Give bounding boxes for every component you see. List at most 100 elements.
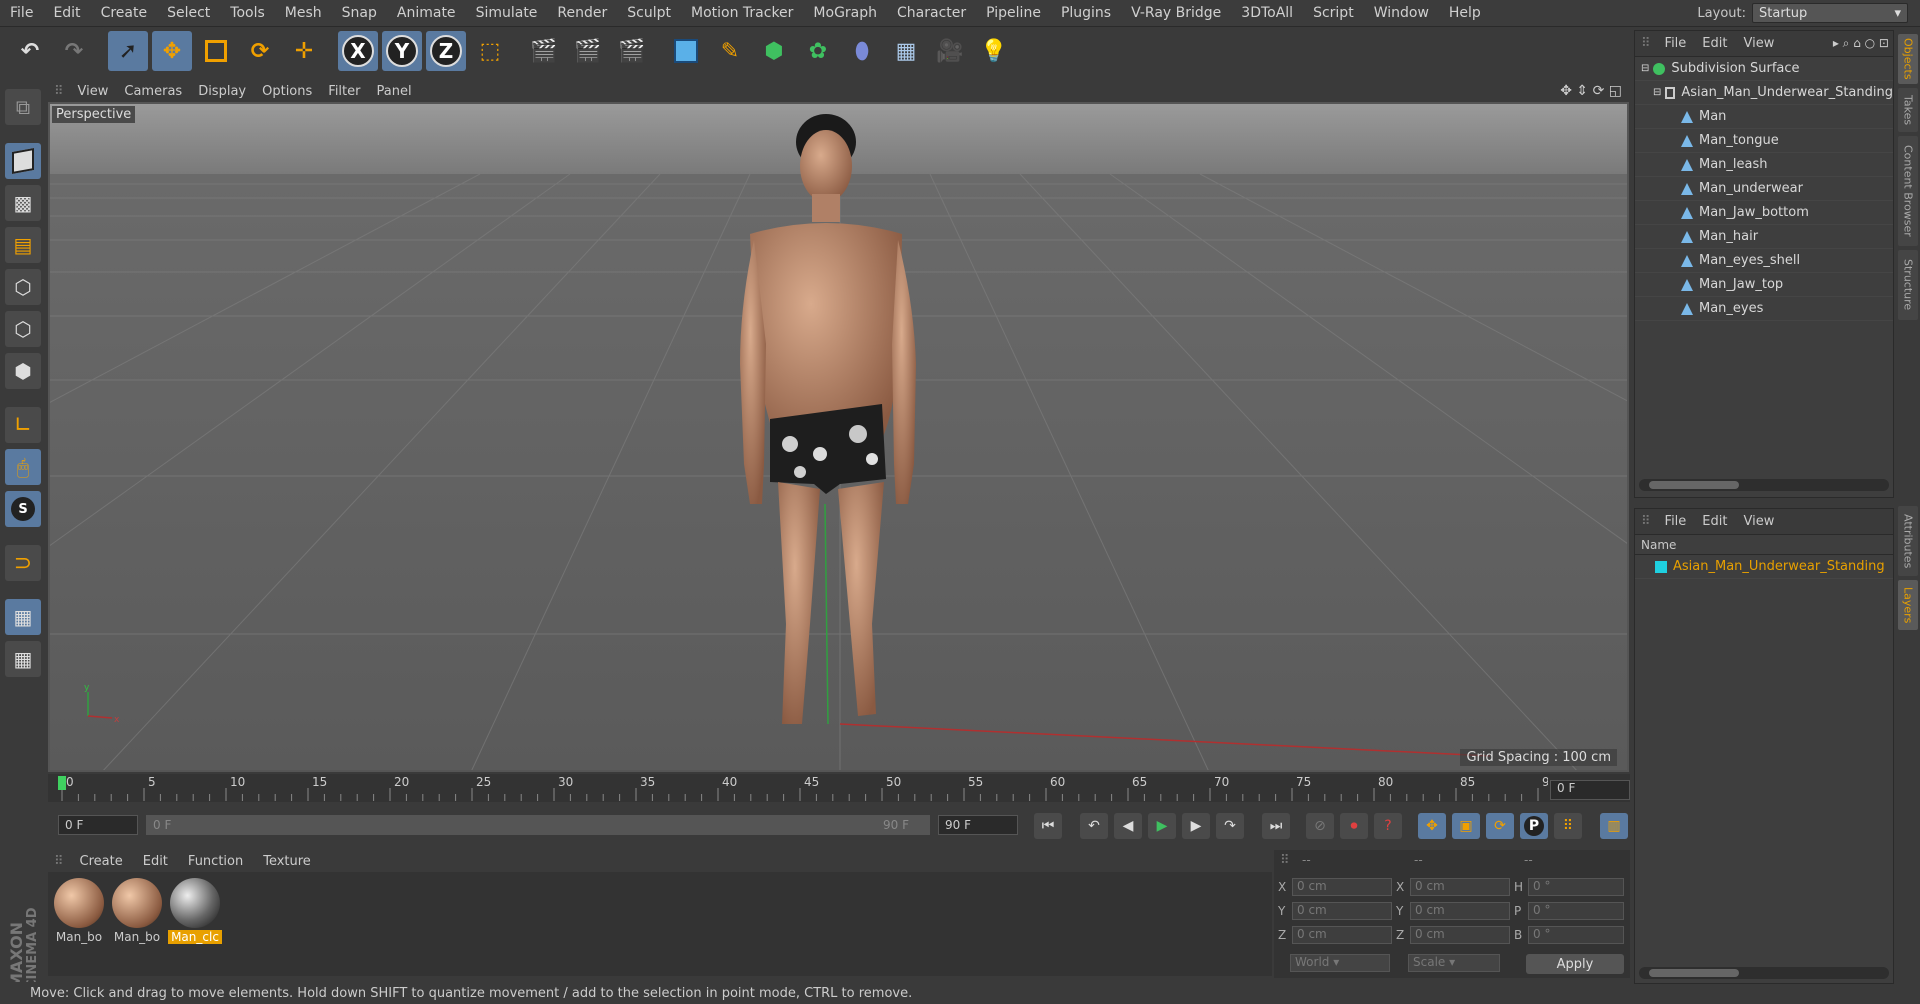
texture-mode-button[interactable]: ▩ <box>5 185 41 221</box>
recent-tools-button[interactable]: ✛ <box>284 31 324 71</box>
next-key-button[interactable]: ↷ <box>1216 813 1244 839</box>
menu-file[interactable]: File <box>0 5 43 21</box>
position-z-field[interactable]: 0 cm <box>1292 926 1392 944</box>
scale-button[interactable] <box>196 31 236 71</box>
object-row-child[interactable]: Man_hair <box>1635 225 1893 249</box>
object-row-child[interactable]: Man_Jaw_bottom <box>1635 201 1893 225</box>
menu-window[interactable]: Window <box>1364 5 1439 21</box>
viewport-menu-display[interactable]: Display <box>190 84 254 99</box>
material-menu-function[interactable]: Function <box>178 854 253 869</box>
camera-button[interactable]: 🎥 <box>930 31 970 71</box>
objects-menu-edit[interactable]: Edit <box>1694 36 1735 51</box>
go-to-start-button[interactable]: ⏮ <box>1034 813 1062 839</box>
tab-takes[interactable]: Takes <box>1898 88 1918 132</box>
render-view-button[interactable]: 🎬 <box>524 31 564 71</box>
edges-mode-button[interactable]: ⬡ <box>5 311 41 347</box>
menu-3dtoall[interactable]: 3DToAll <box>1231 5 1303 21</box>
deformer-button[interactable]: ⬮ <box>842 31 882 71</box>
viewport-menu-cameras[interactable]: Cameras <box>116 84 190 99</box>
size-y-field[interactable]: 0 cm <box>1410 902 1510 920</box>
current-frame-field[interactable]: 0 F <box>1550 780 1630 800</box>
apply-button[interactable]: Apply <box>1526 954 1624 974</box>
solo-button[interactable]: S <box>5 491 41 527</box>
material-menu-create[interactable]: Create <box>70 854 133 869</box>
layers-horizontal-scrollbar[interactable] <box>1639 967 1889 979</box>
points-mode-button[interactable]: ⬡ <box>5 269 41 305</box>
menu-animate[interactable]: Animate <box>387 5 466 21</box>
tweak-mode-button[interactable]: 🖱 <box>5 449 41 485</box>
objects-toolbar-icons[interactable]: ▸ ⌕ ⌂ ○ ⊡ <box>1833 36 1893 51</box>
object-row-subdivision[interactable]: ⊟ Subdivision Surface <box>1635 57 1893 81</box>
layers-menu-view[interactable]: View <box>1735 514 1782 529</box>
snap-button[interactable]: ⊃ <box>5 545 41 581</box>
coordinate-space-dropdown[interactable]: World ▾ <box>1290 954 1390 972</box>
z-axis-button[interactable]: Z <box>426 31 466 71</box>
y-axis-button[interactable]: Y <box>382 31 422 71</box>
render-picture-viewer-button[interactable]: 🎬 <box>568 31 608 71</box>
material-menu-texture[interactable]: Texture <box>253 854 321 869</box>
position-x-field[interactable]: 0 cm <box>1292 878 1392 896</box>
rotate-button[interactable]: ⟳ <box>240 31 280 71</box>
key-parameter-button[interactable]: P <box>1520 813 1548 839</box>
workplane-align-button[interactable]: ▦ <box>5 641 41 677</box>
viewport-nav-icons[interactable]: ✥ ⇕ ⟳ ◱ <box>1560 83 1630 99</box>
play-button[interactable]: ▶ <box>1148 813 1176 839</box>
object-row-child[interactable]: Man_eyes <box>1635 297 1893 321</box>
redo-button[interactable]: ↷ <box>54 31 94 71</box>
viewport[interactable]: y x Grid Spacing : 100 cm <box>48 102 1629 772</box>
scroll-thumb[interactable] <box>1649 481 1739 489</box>
render-settings-button[interactable]: 🎬 <box>612 31 652 71</box>
menu-simulate[interactable]: Simulate <box>466 5 548 21</box>
polygons-mode-button[interactable]: ⬢ <box>5 353 41 389</box>
object-row-child[interactable]: Man_Jaw_top <box>1635 273 1893 297</box>
menu-mesh[interactable]: Mesh <box>275 5 332 21</box>
x-axis-button[interactable]: X <box>338 31 378 71</box>
workplane-mode-button[interactable]: ▤ <box>5 227 41 263</box>
go-to-end-button[interactable]: ⏭ <box>1262 813 1290 839</box>
material-item[interactable]: Man_clc <box>168 878 222 944</box>
material-item[interactable]: Man_bo <box>52 878 106 944</box>
key-pla-button[interactable]: ⠿ <box>1554 813 1582 839</box>
keyframe-selection-button[interactable]: ? <box>1374 813 1402 839</box>
workplane-lock-button[interactable]: ▦ <box>5 599 41 635</box>
cube-button[interactable] <box>666 31 706 71</box>
key-rotation-button[interactable]: ⟳ <box>1486 813 1514 839</box>
menu-script[interactable]: Script <box>1303 5 1364 21</box>
menu-sculpt[interactable]: Sculpt <box>617 5 681 21</box>
layers-menu-file[interactable]: File <box>1657 514 1695 529</box>
camera-label[interactable]: Perspective <box>52 106 136 123</box>
menu-pipeline[interactable]: Pipeline <box>976 5 1051 21</box>
end-frame-field[interactable]: 90 F <box>938 815 1018 835</box>
coordinate-system-button[interactable]: ⬚ <box>470 31 510 71</box>
menu-create[interactable]: Create <box>91 5 158 21</box>
object-row-child[interactable]: Man_leash <box>1635 153 1893 177</box>
viewport-menu-options[interactable]: Options <box>254 84 320 99</box>
tab-structure[interactable]: Structure <box>1898 250 1918 320</box>
previous-frame-button[interactable]: ◀ <box>1114 813 1142 839</box>
menu-select[interactable]: Select <box>157 5 220 21</box>
material-menu-edit[interactable]: Edit <box>133 854 178 869</box>
floor-button[interactable]: ▦ <box>886 31 926 71</box>
playhead[interactable] <box>58 776 66 790</box>
size-mode-dropdown[interactable]: Scale ▾ <box>1408 954 1500 972</box>
viewport-menu-panel[interactable]: Panel <box>368 84 419 99</box>
frame-range-slider[interactable]: 0 F 90 F <box>146 815 930 835</box>
menu-mograph[interactable]: MoGraph <box>803 5 887 21</box>
undo-button[interactable]: ↶ <box>10 31 50 71</box>
live-selection-button[interactable]: ➚ <box>108 31 148 71</box>
layer-row[interactable]: Asian_Man_Underwear_Standing <box>1635 555 1893 579</box>
tab-layers[interactable]: Layers <box>1898 580 1918 630</box>
pen-button[interactable]: ✎ <box>710 31 750 71</box>
object-row-child[interactable]: Man <box>1635 105 1893 129</box>
rotation-b-field[interactable]: 0 ° <box>1528 926 1624 944</box>
next-frame-button[interactable]: ▶ <box>1182 813 1210 839</box>
model-mode-button[interactable] <box>5 143 41 179</box>
make-editable-button[interactable]: ⧉ <box>5 89 41 125</box>
start-frame-field[interactable]: 0 F <box>58 815 138 835</box>
object-row-group[interactable]: ⊟ Asian_Man_Underwear_Standing <box>1635 81 1893 105</box>
tab-objects[interactable]: Objects <box>1898 34 1918 84</box>
material-item[interactable]: Man_bo <box>110 878 164 944</box>
object-row-child[interactable]: Man_eyes_shell <box>1635 249 1893 273</box>
cloner-button[interactable]: ✿ <box>798 31 838 71</box>
size-z-field[interactable]: 0 cm <box>1410 926 1510 944</box>
